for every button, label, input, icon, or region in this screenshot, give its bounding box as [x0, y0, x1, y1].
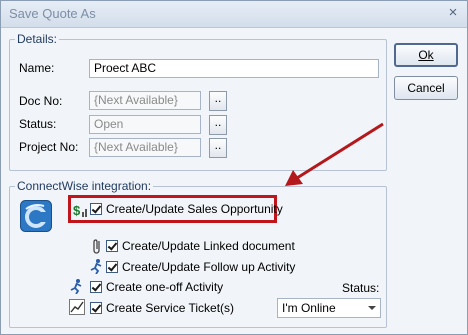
oneoff-option[interactable]: Create one-off Activity: [90, 279, 223, 295]
linked-doc-checkbox[interactable]: [106, 240, 118, 252]
name-input[interactable]: Proect ABC: [89, 59, 379, 78]
runner-icon: [90, 259, 102, 274]
ok-button[interactable]: Ok: [394, 43, 458, 67]
dialog-title: Save Quote As: [9, 6, 96, 21]
ticket-checkbox[interactable]: [90, 302, 102, 314]
opportunity-option[interactable]: Create/Update Sales Opportunity: [90, 201, 283, 217]
opportunity-label: Create/Update Sales Opportunity: [106, 202, 283, 216]
oneoff-checkbox[interactable]: [90, 281, 102, 293]
ticket-label: Create Service Ticket(s): [106, 301, 235, 315]
docno-browse-button[interactable]: ..: [209, 91, 227, 111]
svg-text:$: $: [73, 203, 81, 218]
docno-label: Doc No:: [19, 94, 63, 108]
dollar-icon: $: [73, 203, 87, 218]
cw-status-value: I'm Online: [282, 301, 336, 315]
paperclip-icon: [93, 239, 100, 254]
save-quote-dialog: Save Quote As × Details: Name: Proect AB…: [0, 0, 468, 335]
followup-option[interactable]: Create/Update Follow up Activity: [106, 259, 295, 275]
linked-doc-option[interactable]: Create/Update Linked document: [106, 238, 295, 254]
status-browse-button[interactable]: ..: [209, 115, 227, 135]
title-bar: Save Quote As ×: [1, 1, 467, 28]
name-label: Name:: [19, 61, 55, 75]
connectwise-legend: ConnectWise integration:: [15, 179, 154, 193]
dialog-body: Details: Name: Proect ABC Doc No: {Next …: [1, 28, 467, 334]
docno-input[interactable]: {Next Available}: [89, 91, 201, 110]
projectno-input[interactable]: {Next Available}: [89, 138, 201, 157]
chevron-down-icon: [368, 306, 376, 310]
ticket-graph-icon: [69, 299, 85, 315]
details-legend: Details:: [15, 32, 60, 46]
projectno-browse-button[interactable]: ..: [209, 138, 227, 158]
cw-status-label: Status:: [342, 281, 380, 295]
status-input[interactable]: Open: [89, 115, 201, 134]
pointer-arrow-icon: [285, 122, 384, 186]
ok-button-label: Ok: [418, 48, 434, 62]
runner-icon: [70, 279, 82, 294]
ticket-option[interactable]: Create Service Ticket(s): [90, 300, 234, 316]
projectno-label: Project No:: [19, 140, 79, 154]
linked-doc-label: Create/Update Linked document: [122, 239, 295, 253]
connectwise-logo-icon: [20, 200, 52, 232]
cancel-button[interactable]: Cancel: [394, 76, 458, 100]
cw-status-select[interactable]: I'm Online: [277, 298, 381, 318]
status-label: Status:: [19, 117, 57, 131]
opportunity-checkbox[interactable]: [90, 203, 102, 215]
oneoff-label: Create one-off Activity: [106, 280, 224, 294]
followup-checkbox[interactable]: [106, 261, 118, 273]
close-button[interactable]: ×: [443, 4, 463, 22]
followup-label: Create/Update Follow up Activity: [122, 260, 296, 274]
